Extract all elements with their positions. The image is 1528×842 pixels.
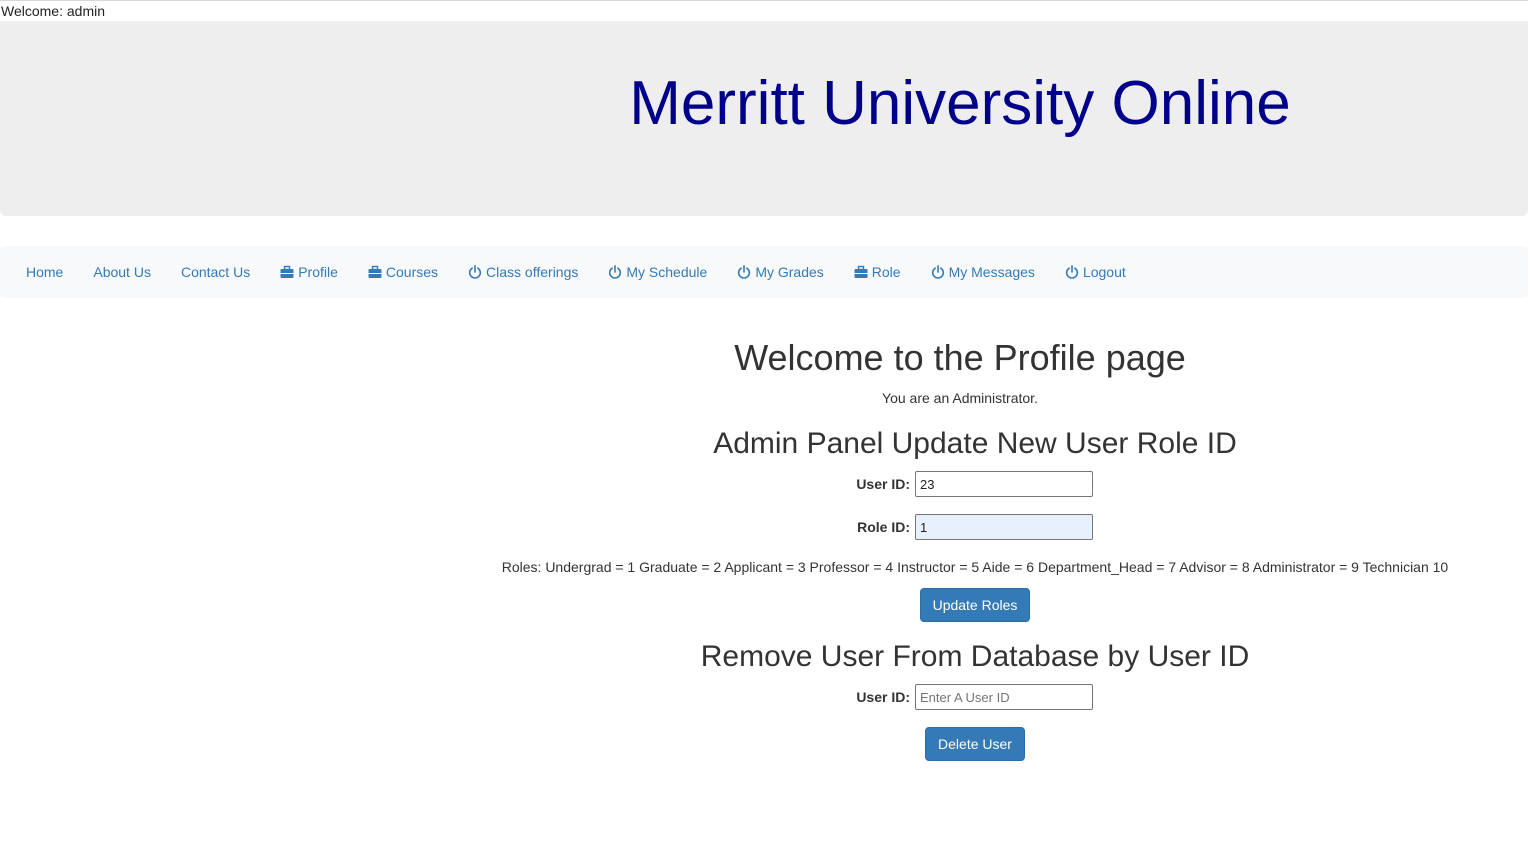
nav-item-courses[interactable]: Courses bbox=[353, 264, 453, 280]
update-user-id-row: User ID: bbox=[500, 471, 1450, 497]
nav-item-class-offerings[interactable]: Class offerings bbox=[453, 264, 593, 280]
role-status-text: You are an Administrator. bbox=[882, 390, 1038, 406]
nav-item-label: Courses bbox=[385, 264, 439, 280]
nav-item-label: About Us bbox=[93, 264, 151, 280]
update-role-heading: Admin Panel Update New User Role ID bbox=[713, 427, 1237, 460]
power-icon bbox=[1065, 265, 1079, 279]
nav-item-logout[interactable]: Logout bbox=[1050, 264, 1141, 280]
page-title: Welcome to the Profile page bbox=[734, 337, 1186, 378]
power-icon bbox=[608, 265, 622, 279]
roles-legend-text: Roles: Undergrad = 1 Graduate = 2 Applic… bbox=[501, 559, 1449, 575]
nav-item-profile[interactable]: Profile bbox=[265, 264, 353, 280]
role-id-label: Role ID: bbox=[857, 519, 910, 535]
main-navbar: Home About Us Contact Us Profile Courses… bbox=[0, 246, 1528, 298]
nav-item-label: Logout bbox=[1082, 264, 1126, 280]
power-icon bbox=[737, 265, 751, 279]
update-roles-button[interactable]: Update Roles bbox=[920, 588, 1030, 622]
nav-item-role[interactable]: Role bbox=[839, 264, 916, 280]
user-id-label: User ID: bbox=[856, 689, 910, 705]
nav-item-my-grades[interactable]: My Grades bbox=[722, 264, 838, 280]
remove-user-heading: Remove User From Database by User ID bbox=[700, 640, 1250, 673]
user-id-label: User ID: bbox=[856, 476, 910, 492]
remove-user-id-row: User ID: bbox=[500, 684, 1450, 710]
nav-item-contact-us[interactable]: Contact Us bbox=[166, 264, 265, 280]
nav-item-label: Role bbox=[871, 264, 901, 280]
briefcase-icon bbox=[854, 265, 868, 279]
briefcase-icon bbox=[368, 265, 382, 279]
site-title: Merritt University Online bbox=[629, 69, 1291, 138]
power-icon bbox=[468, 265, 482, 279]
nav-item-my-messages[interactable]: My Messages bbox=[916, 264, 1050, 280]
delete-user-button[interactable]: Delete User bbox=[925, 727, 1025, 761]
update-role-id-row: Role ID: bbox=[500, 514, 1450, 540]
briefcase-icon bbox=[280, 265, 294, 279]
nav-item-label: Home bbox=[26, 264, 64, 280]
nav-item-home[interactable]: Home bbox=[11, 264, 78, 280]
nav-item-label: Class offerings bbox=[486, 264, 579, 280]
nav-item-label: My Schedule bbox=[626, 264, 708, 280]
top-border bbox=[0, 0, 1528, 1]
nav-item-about-us[interactable]: About Us bbox=[78, 264, 166, 280]
update-role-id-input[interactable] bbox=[915, 514, 1093, 540]
nav-item-label: Profile bbox=[298, 264, 338, 280]
remove-user-id-input[interactable] bbox=[915, 684, 1093, 710]
update-user-id-input[interactable] bbox=[915, 471, 1093, 497]
nav-item-label: My Grades bbox=[755, 264, 824, 280]
nav-list: Home About Us Contact Us Profile Courses… bbox=[11, 246, 1141, 298]
nav-item-my-schedule[interactable]: My Schedule bbox=[593, 264, 722, 280]
nav-item-label: My Messages bbox=[948, 264, 1035, 280]
nav-item-label: Contact Us bbox=[180, 264, 251, 280]
welcome-user-text: Welcome: admin bbox=[1, 3, 106, 19]
power-icon bbox=[931, 265, 945, 279]
